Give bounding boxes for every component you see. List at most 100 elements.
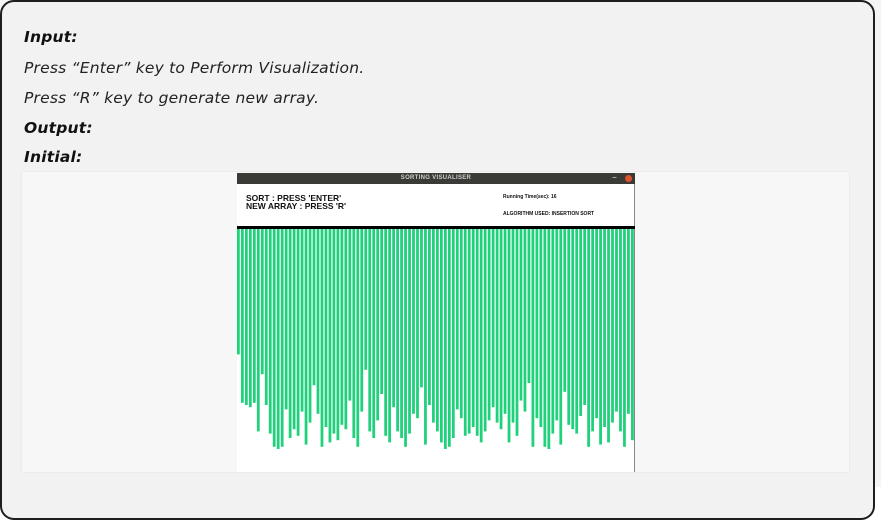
- array-bar: [599, 229, 602, 445]
- minimize-icon[interactable]: –: [612, 173, 617, 184]
- array-bar: [244, 229, 248, 405]
- array-bar: [571, 229, 575, 430]
- array-bar: [475, 229, 479, 436]
- array-bar: [380, 229, 384, 394]
- array-bar: [292, 229, 296, 430]
- array-bar: [615, 229, 618, 412]
- array-bar: [256, 229, 260, 432]
- array-bar: [252, 229, 256, 403]
- window-titlebar[interactable]: SORTING VISUALISER –: [237, 173, 635, 184]
- array-bar: [288, 229, 292, 438]
- array-bar: [447, 229, 451, 447]
- array-bar: [352, 229, 356, 438]
- array-bar: [579, 229, 583, 416]
- array-bar: [376, 229, 380, 421]
- array-bar: [451, 229, 455, 438]
- array-bar: [487, 229, 491, 421]
- array-bar: [471, 229, 475, 427]
- array-bar: [583, 229, 587, 405]
- array-bar: [392, 229, 395, 408]
- array-bar: [603, 229, 606, 427]
- array-bar: [368, 229, 372, 432]
- close-icon[interactable]: [625, 175, 632, 182]
- array-bar: [519, 229, 523, 401]
- array-bar: [439, 229, 443, 443]
- array-bar: [304, 229, 308, 445]
- array-bar: [237, 229, 240, 355]
- array-bar: [260, 229, 264, 375]
- array-bar: [539, 229, 543, 427]
- array-bar: [619, 229, 622, 432]
- array-bar: [412, 229, 415, 414]
- array-bar: [388, 229, 392, 443]
- array-bar: [264, 229, 268, 405]
- array-bar: [240, 229, 244, 403]
- array-bar: [459, 229, 463, 419]
- array-bar: [523, 229, 527, 412]
- array-bar: [384, 229, 388, 436]
- array-bar: [463, 229, 467, 436]
- array-bar: [280, 229, 284, 447]
- array-bar: [300, 229, 304, 412]
- array-bar: [320, 229, 324, 447]
- array-bar: [515, 229, 519, 436]
- array-bar: [527, 229, 531, 383]
- array-bar: [404, 229, 407, 447]
- array-bar: [531, 229, 535, 447]
- bar-array: [237, 229, 634, 449]
- array-bar: [348, 229, 352, 401]
- array-bar: [507, 229, 511, 443]
- new-array-instruction: NEW ARRAY : PRESS 'R': [246, 201, 347, 211]
- array-bar: [356, 229, 360, 447]
- array-bar: [312, 229, 316, 386]
- array-bar: [479, 229, 483, 443]
- array-bar: [396, 229, 399, 432]
- array-bar: [344, 229, 348, 430]
- array-bar: [324, 229, 328, 427]
- array-bar: [611, 229, 614, 423]
- key-instructions: SORT : PRESS 'ENTER' NEW ARRAY : PRESS '…: [246, 194, 347, 211]
- array-bar: [543, 229, 547, 447]
- array-bar: [499, 229, 503, 430]
- array-bar: [563, 229, 567, 392]
- array-bar: [559, 229, 563, 445]
- array-bar: [547, 229, 551, 449]
- array-bar: [627, 229, 630, 414]
- enter-instruction-text: Press “Enter” key to Perform Visualizati…: [24, 59, 365, 77]
- array-bar: [467, 229, 471, 434]
- array-bar: [420, 229, 423, 388]
- array-bar: [455, 229, 459, 410]
- page-background: Input: Press “Enter” key to Perform Visu…: [0, 0, 881, 520]
- array-bar: [555, 229, 559, 421]
- array-bar: [551, 229, 555, 434]
- array-bar: [272, 229, 276, 447]
- array-bar: [443, 229, 447, 449]
- array-bar: [316, 229, 320, 414]
- array-bar: [591, 229, 594, 432]
- array-bar: [308, 229, 312, 423]
- array-bar: [511, 229, 515, 423]
- array-bar: [424, 229, 427, 445]
- output-heading: Output:: [24, 119, 93, 137]
- array-bar: [428, 229, 431, 405]
- array-bar: [276, 229, 280, 449]
- array-bar: [336, 229, 340, 441]
- array-bar: [408, 229, 411, 434]
- initial-heading: Initial:: [24, 148, 83, 166]
- array-bar: [575, 229, 579, 434]
- array-bar: [284, 229, 288, 410]
- algorithm-text: ALGORITHM USED: INSERTION SORT: [503, 211, 595, 217]
- window-title: SORTING VISUALISER: [400, 175, 472, 181]
- array-bar: [567, 229, 571, 425]
- input-heading: Input:: [24, 28, 78, 46]
- array-bar: [436, 229, 439, 432]
- array-bar: [535, 229, 539, 419]
- array-bar: [631, 229, 634, 441]
- array-bar: [296, 229, 300, 436]
- array-bar: [400, 229, 403, 438]
- array-bar: [607, 229, 610, 443]
- array-bar: [372, 229, 376, 438]
- array-bar: [360, 229, 364, 412]
- array-bar: [495, 229, 499, 423]
- visualiser-window: SORTING VISUALISER – SORT : PRESS 'ENTER…: [237, 173, 635, 472]
